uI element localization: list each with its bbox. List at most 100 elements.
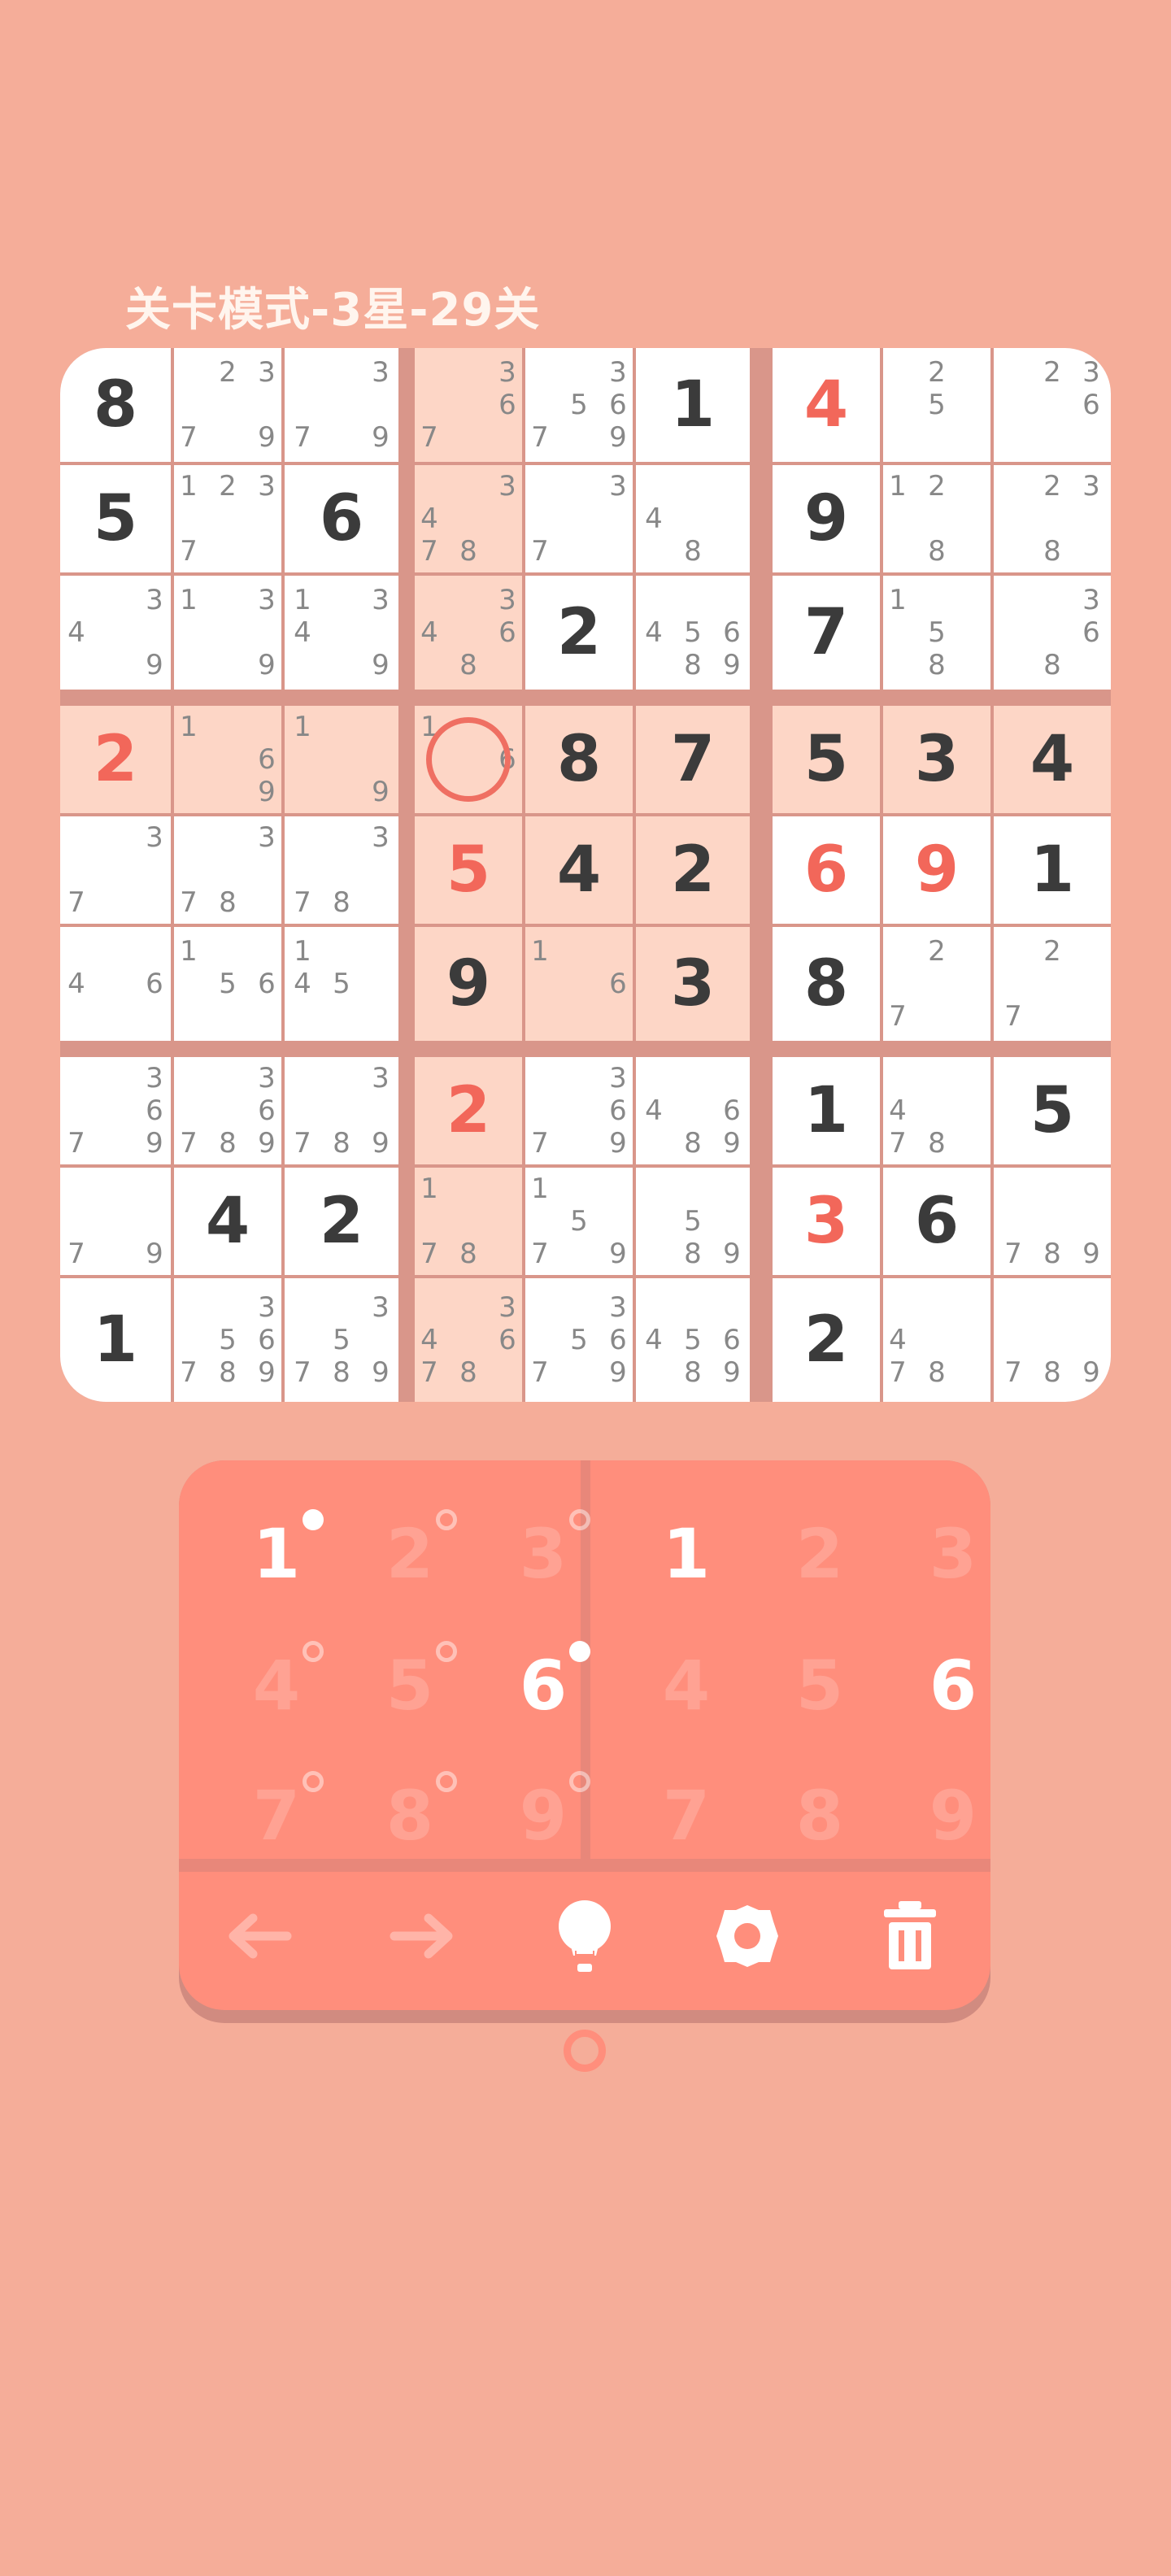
cell-r3c7[interactable]: 7 [773,576,880,690]
cell-r7c2[interactable]: 36 789 [174,1057,281,1164]
note-key-2[interactable]: 2 [345,1493,475,1615]
cell-r1c9[interactable]: 236 [994,348,1111,462]
cell-r8c1[interactable]: 79 [60,1168,171,1275]
cell-r4c5[interactable]: 8 [525,706,633,813]
cell-r1c7[interactable]: 4 [773,348,880,462]
note-key-6[interactable]: 6 [478,1625,608,1747]
cell-r8c5[interactable]: 1579 [525,1168,633,1275]
hint-button[interactable] [540,1891,629,1981]
cell-r8c6[interactable]: 589 [636,1168,750,1275]
cell-r2c9[interactable]: 238 [994,465,1111,572]
cell-r6c7[interactable]: 8 [773,927,880,1041]
redo-button[interactable] [377,1891,467,1981]
note-key-1[interactable]: 1 [211,1493,342,1615]
cell-r7c3[interactable]: 3 789 [285,1057,398,1164]
cell-r4c4[interactable]: 16 [415,706,522,813]
cell-r5c8[interactable]: 9 [883,816,990,924]
cell-r6c8[interactable]: 27 [883,927,990,1041]
cell-r6c2[interactable]: 156 [174,927,281,1041]
cell-r9c2[interactable]: 356 789 [174,1278,281,1402]
cell-r5c7[interactable]: 6 [773,816,880,924]
cell-r8c4[interactable]: 1 78 [415,1168,522,1275]
cell-r1c1[interactable]: 8 [60,348,171,462]
cell-r2c4[interactable]: 3 478 [415,465,522,572]
cell-r7c7[interactable]: 1 [773,1057,880,1164]
note-key-7[interactable]: 7 [211,1755,342,1877]
settings-button[interactable] [703,1891,792,1981]
cell-r9c8[interactable]: 478 [883,1278,990,1402]
cell-r7c9[interactable]: 5 [994,1057,1111,1164]
cell-r6c3[interactable]: 145 [285,927,398,1041]
cell-r8c8[interactable]: 6 [883,1168,990,1275]
cell-r2c3[interactable]: 6 [285,465,398,572]
cell-r3c4[interactable]: 3 4 68 [415,576,522,690]
cell-r3c6[interactable]: 45689 [636,576,750,690]
number-key-9[interactable]: 9 [888,1755,990,1877]
cell-r6c5[interactable]: 16 [525,927,633,1041]
undo-button[interactable] [215,1891,304,1981]
cell-r6c1[interactable]: 46 [60,927,171,1041]
note-key-3[interactable]: 3 [478,1493,608,1615]
cell-r9c6[interactable]: 45689 [636,1278,750,1402]
cell-r4c1[interactable]: 2 [60,706,171,813]
cell-r3c5[interactable]: 2 [525,576,633,690]
cell-r3c1[interactable]: 3 4 9 [60,576,171,690]
cell-r8c2[interactable]: 4 [174,1168,281,1275]
delete-button[interactable] [865,1891,955,1981]
cell-r3c8[interactable]: 158 [883,576,990,690]
cell-r9c4[interactable]: 3 4 6 78 [415,1278,522,1402]
note-key-9[interactable]: 9 [478,1755,608,1877]
cell-r1c3[interactable]: 3 7 9 [285,348,398,462]
cell-r8c3[interactable]: 2 [285,1168,398,1275]
cell-r6c6[interactable]: 3 [636,927,750,1041]
cell-r2c6[interactable]: 48 [636,465,750,572]
cell-r9c5[interactable]: 356 7 9 [525,1278,633,1402]
drag-handle[interactable] [564,2030,606,2072]
cell-r6c9[interactable]: 27 [994,927,1111,1041]
cell-r4c8[interactable]: 3 [883,706,990,813]
cell-r7c1[interactable]: 36 7 9 [60,1057,171,1164]
cell-r9c7[interactable]: 2 [773,1278,880,1402]
number-key-2[interactable]: 2 [755,1493,885,1615]
cell-r7c5[interactable]: 36 7 9 [525,1057,633,1164]
cell-r5c4[interactable]: 5 [415,816,522,924]
cell-r7c4[interactable]: 2 [415,1057,522,1164]
cell-r9c9[interactable]: 789 [994,1278,1111,1402]
cell-r4c3[interactable]: 19 [285,706,398,813]
cell-r4c6[interactable]: 7 [636,706,750,813]
cell-r7c6[interactable]: 4 689 [636,1057,750,1164]
note-key-5[interactable]: 5 [345,1625,475,1747]
cell-r5c1[interactable]: 37 [60,816,171,924]
number-key-5[interactable]: 5 [755,1625,885,1747]
cell-r3c9[interactable]: 368 [994,576,1111,690]
cell-r8c9[interactable]: 789 [994,1168,1111,1275]
cell-r2c1[interactable]: 5 [60,465,171,572]
number-key-1[interactable]: 1 [621,1493,751,1615]
cell-r4c2[interactable]: 1 69 [174,706,281,813]
number-key-8[interactable]: 8 [755,1755,885,1877]
cell-r1c6[interactable]: 1 [636,348,750,462]
note-key-8[interactable]: 8 [345,1755,475,1877]
number-key-3[interactable]: 3 [888,1493,990,1615]
cell-r7c8[interactable]: 478 [883,1057,990,1164]
cell-r5c3[interactable]: 3 78 [285,816,398,924]
number-key-4[interactable]: 4 [621,1625,751,1747]
cell-r8c7[interactable]: 3 [773,1168,880,1275]
cell-r5c9[interactable]: 1 [994,816,1111,924]
cell-r3c2[interactable]: 1 3 9 [174,576,281,690]
cell-r4c9[interactable]: 4 [994,706,1111,813]
cell-r6c4[interactable]: 9 [415,927,522,1041]
cell-r5c6[interactable]: 2 [636,816,750,924]
cell-r2c5[interactable]: 37 [525,465,633,572]
cell-r1c2[interactable]: 23 7 9 [174,348,281,462]
number-key-6[interactable]: 6 [888,1625,990,1747]
cell-r1c8[interactable]: 25 [883,348,990,462]
cell-r3c3[interactable]: 1 3 4 9 [285,576,398,690]
cell-r2c7[interactable]: 9 [773,465,880,572]
cell-r9c1[interactable]: 1 [60,1278,171,1402]
cell-r9c3[interactable]: 35789 [285,1278,398,1402]
cell-r1c5[interactable]: 356 7 9 [525,348,633,462]
cell-r5c2[interactable]: 3 78 [174,816,281,924]
note-key-4[interactable]: 4 [211,1625,342,1747]
cell-r4c7[interactable]: 5 [773,706,880,813]
